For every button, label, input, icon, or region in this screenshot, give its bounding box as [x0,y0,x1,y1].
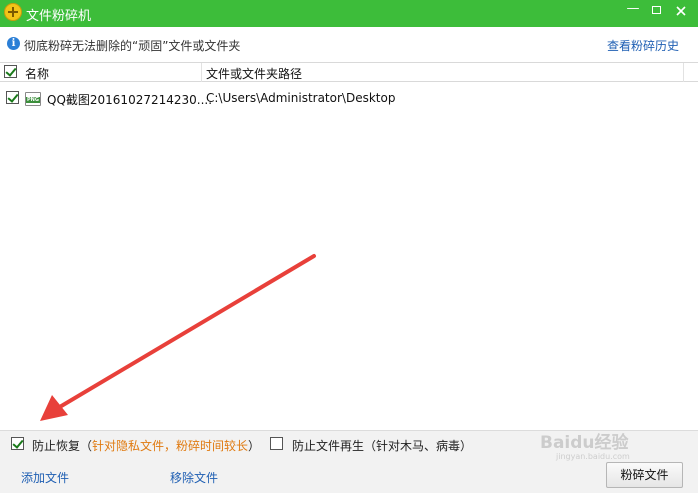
baidu-watermark-url: jingyan.baidu.com [556,452,630,461]
row-checkbox[interactable] [6,91,19,104]
table-row[interactable]: PNG QQ截图20161027214230.... C:\Users\Admi… [0,88,698,108]
prevent-recovery-note: 针对隐私文件，粉碎时间较长 [92,439,249,453]
column-header-name[interactable]: 名称 [25,65,49,82]
maximize-icon [651,6,661,14]
info-bar: i 彻底粉碎无法删除的“顽固”文件或文件夹 查看粉碎历史 [0,27,698,62]
file-name: QQ截图20161027214230.... [47,93,213,107]
prevent-regen-label[interactable]: 防止文件再生（针对木马、病毒） [292,437,472,454]
column-divider[interactable] [201,63,202,82]
file-path: C:\Users\Administrator\Desktop [206,91,396,105]
add-file-link[interactable]: 添加文件 [21,469,69,486]
baidu-watermark: Baidu经验 [540,433,629,453]
maximize-button[interactable] [643,0,669,22]
remove-file-link[interactable]: 移除文件 [170,469,218,486]
file-table-body: PNG QQ截图20161027214230.... C:\Users\Admi… [0,82,698,430]
prevent-recovery-label[interactable]: 防止恢复（针对隐私文件，粉碎时间较长） [32,437,260,454]
title-bar: 文件粉碎机 — [0,0,698,27]
info-icon: i [7,37,20,50]
select-all-checkbox[interactable] [4,65,17,78]
png-file-icon: PNG [25,92,41,106]
prevent-recovery-checkbox[interactable] [11,437,24,450]
window-title: 文件粉碎机 [26,9,92,24]
info-text: 彻底粉碎无法删除的“顽固”文件或文件夹 [24,39,241,53]
close-icon [676,6,686,16]
column-header-path[interactable]: 文件或文件夹路径 [206,65,302,82]
bottom-bar: 添加文件 移除文件 粉碎文件 [0,457,698,493]
shredder-app-icon [4,3,22,21]
view-history-link[interactable]: 查看粉碎历史 [607,37,679,54]
close-button[interactable] [668,0,694,22]
prevent-regen-checkbox[interactable] [270,437,283,450]
column-divider[interactable] [683,63,684,82]
file-table-header: 名称 文件或文件夹路径 [0,62,698,82]
shred-file-button[interactable]: 粉碎文件 [606,462,683,488]
